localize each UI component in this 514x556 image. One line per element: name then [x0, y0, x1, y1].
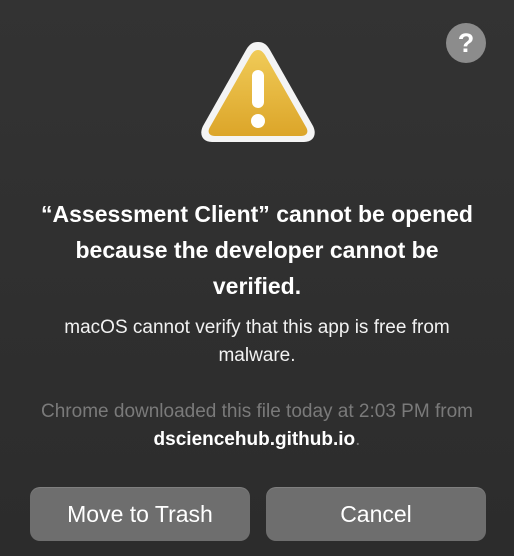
download-info-text: Chrome downloaded this file today at 2:0… — [41, 401, 473, 422]
question-mark-icon: ? — [457, 28, 475, 58]
gatekeeper-alert-dialog: ? “Assessment Client” cannot be opened b… — [0, 0, 514, 556]
help-button[interactable]: ? — [446, 23, 486, 63]
warning-icon — [198, 38, 318, 146]
move-to-trash-button[interactable]: Move to Trash — [30, 487, 250, 541]
cancel-button[interactable]: Cancel — [266, 487, 486, 541]
download-info: Chrome downloaded this file today at 2:0… — [30, 398, 484, 454]
alert-title: “Assessment Client” cannot be opened bec… — [41, 201, 473, 299]
download-info-suffix: . — [355, 429, 361, 450]
alert-message: macOS cannot verify that this app is fre… — [64, 317, 450, 366]
download-source-domain: dsciencehub.github.io — [153, 429, 356, 450]
